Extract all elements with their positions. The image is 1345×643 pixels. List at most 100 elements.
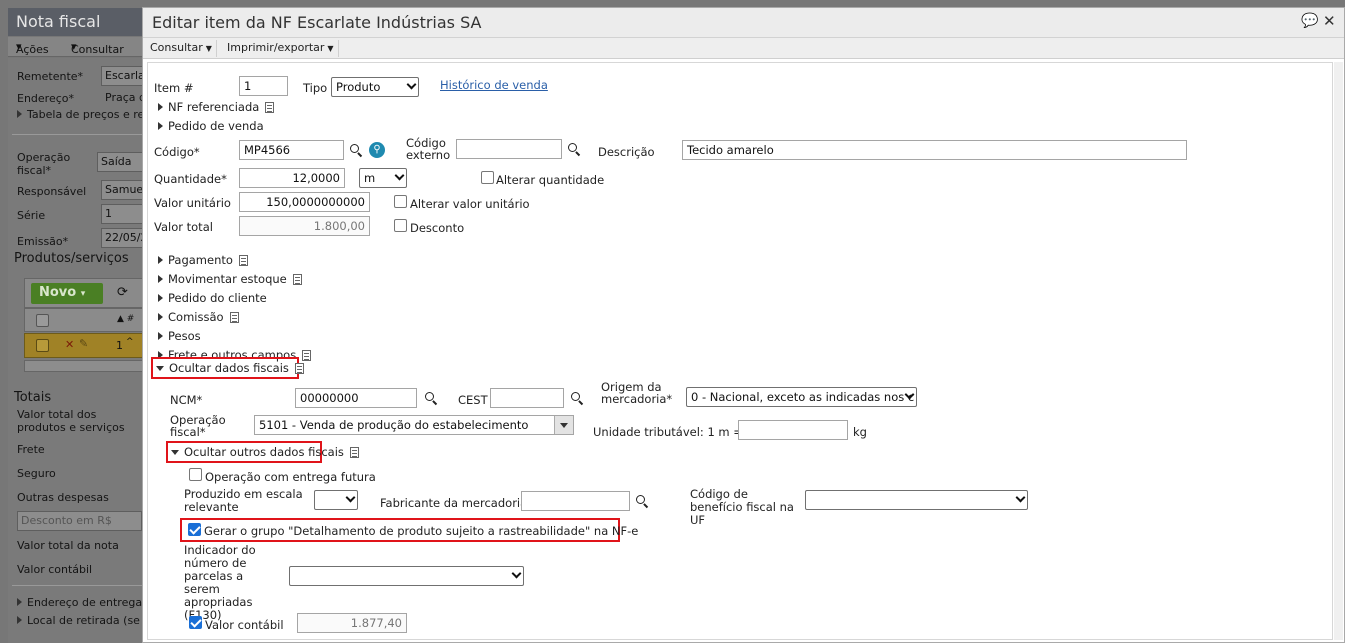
document-icon — [302, 350, 312, 361]
menu-acoes[interactable]: Ações ▾ — [16, 40, 49, 56]
valor-total-label: Valor total — [154, 220, 213, 234]
close-icon[interactable]: ✕ — [1323, 12, 1336, 30]
section-movimentar-estoque[interactable]: Movimentar estoque — [158, 272, 302, 286]
totais-heading: Totais — [14, 390, 52, 405]
descricao-label: Descrição — [598, 145, 655, 159]
search-icon[interactable] — [568, 143, 581, 156]
ncm-input[interactable]: 00000000 — [295, 388, 417, 408]
alterar-quantidade-label: Alterar quantidade — [496, 173, 605, 187]
valor-contabil-label: Valor contábil — [205, 618, 284, 632]
unidade-select[interactable]: m — [359, 168, 407, 188]
menu-imprimir-exportar[interactable]: Imprimir/exportar ▼ — [223, 40, 339, 57]
quantidade-label: Quantidade* — [154, 172, 227, 186]
produtos-heading: Produtos/serviços — [14, 251, 129, 266]
entrega-futura-label: Operação com entrega futura — [205, 470, 376, 484]
grid-scrollbar[interactable] — [24, 360, 148, 372]
codigo-label: Código* — [154, 145, 200, 159]
background-title: Nota fiscal — [8, 8, 148, 36]
valor-unitario-input[interactable]: 150,0000000000 — [239, 192, 370, 212]
dialog-toolbar: Consultar ▼ Imprimir/exportar ▼ — [143, 38, 1344, 59]
comment-icon[interactable]: 💬 — [1301, 13, 1318, 29]
quantidade-input[interactable]: 12,0000 — [239, 168, 345, 188]
seguro-label: Seguro — [17, 467, 56, 480]
grid-header: ▲ # — [24, 308, 148, 332]
desconto-checkbox[interactable] — [394, 219, 407, 232]
edit-icon[interactable]: ✎ — [79, 337, 88, 350]
escala-relevante-select[interactable] — [314, 490, 358, 510]
document-icon — [229, 312, 239, 323]
serie-input[interactable]: 1 — [101, 204, 148, 224]
alterar-quantidade-checkbox[interactable] — [481, 171, 494, 184]
local-retirada-toggle[interactable]: Local de retirada (se — [17, 614, 140, 627]
menu-consultar[interactable]: Consultar ▾ — [71, 40, 124, 56]
valor-unitario-label: Valor unitário — [154, 196, 231, 210]
tabela-precos-toggle[interactable]: Tabela de preços e re — [17, 108, 144, 121]
valor-total-input: 1.800,00 — [239, 216, 370, 236]
section-comissao[interactable]: Comissão — [158, 310, 239, 324]
refresh-icon[interactable]: ⟳ — [117, 285, 128, 300]
origem-label: Origem da mercadoria* — [601, 380, 673, 406]
desconto-select[interactable]: Desconto em R$ — [17, 511, 142, 531]
section-pagamento[interactable]: Pagamento — [158, 253, 248, 267]
indicador-parcelas-select[interactable] — [289, 566, 524, 586]
tipo-label: Tipo — [303, 81, 328, 95]
valor-contabil-input: 1.877,40 — [297, 613, 407, 633]
descricao-input[interactable]: Tecido amarelo — [682, 140, 1187, 160]
grid-row[interactable]: ✕ ✎ 1 ^ — [24, 333, 148, 358]
fabricante-input[interactable] — [521, 491, 630, 511]
dialog-title: Editar item da NF Escarlate Indústrias S… — [143, 8, 1344, 38]
cest-label: CEST — [458, 393, 488, 407]
beneficio-fiscal-select[interactable] — [805, 490, 1028, 510]
ocultar-outros-dados-toggle[interactable]: Ocultar outros dados fiscais — [171, 445, 359, 459]
unidade-tributavel-label: Unidade tributável: 1 m = — [593, 425, 743, 439]
emissao-input[interactable]: 22/05/2 — [101, 228, 148, 248]
section-pedido-cliente[interactable]: Pedido do cliente — [158, 291, 267, 305]
remetente-input[interactable]: Escarla — [101, 66, 148, 86]
section-pesos[interactable]: Pesos — [158, 329, 201, 343]
codigo-externo-label: Código externo — [406, 136, 451, 162]
search-icon[interactable] — [425, 392, 438, 405]
search-icon[interactable] — [571, 392, 584, 405]
ocultar-dados-fiscais-toggle[interactable]: Ocultar dados fiscais — [156, 361, 304, 375]
responsavel-label: Responsável — [17, 185, 87, 198]
origem-select[interactable]: 0 - Nacional, exceto as indicadas nos c — [686, 387, 917, 407]
nf-referenciada-toggle[interactable]: NF referenciada — [158, 100, 275, 114]
operacao-select[interactable]: Saída — [97, 152, 148, 172]
search-icon[interactable] — [350, 144, 363, 157]
codigo-input[interactable]: MP4566 — [239, 140, 344, 160]
delete-icon[interactable]: ✕ — [65, 338, 74, 351]
outras-despesas-label: Outras despesas — [17, 491, 109, 504]
total-nota-label: Valor total da nota — [17, 539, 119, 552]
responsavel-input[interactable]: Samue — [101, 180, 148, 200]
tipo-select[interactable]: Produto — [331, 77, 419, 97]
serie-label: Série — [17, 209, 46, 222]
gerar-grupo-checkbox[interactable] — [188, 523, 201, 536]
endereco-value: Praça d — [105, 91, 146, 104]
edit-item-dialog: Editar item da NF Escarlate Indústrias S… — [142, 7, 1345, 643]
combo-dropdown-icon[interactable] — [554, 416, 573, 434]
historico-venda-link[interactable]: Histórico de venda — [440, 78, 548, 92]
operacao-fiscal-combo[interactable]: 5101 - Venda de produção do estabelecime… — [254, 415, 574, 435]
valor-contabil-checkbox[interactable] — [189, 616, 202, 629]
valor-contabil-label: Valor contábil — [17, 563, 93, 576]
fabricante-label: Fabricante da mercadoria — [380, 496, 528, 510]
item-input[interactable]: 1 — [239, 76, 288, 96]
alterar-valor-checkbox[interactable] — [394, 195, 407, 208]
gerar-grupo-label: Gerar o grupo "Detalhamento de produto s… — [204, 524, 639, 538]
operacao-fiscal-label: Operação fiscal* — [170, 413, 226, 439]
pedido-venda-toggle[interactable]: Pedido de venda — [158, 119, 264, 133]
search-icon[interactable] — [636, 495, 649, 508]
chevron-up-icon[interactable]: ^ — [126, 337, 134, 347]
menu-consultar[interactable]: Consultar ▼ — [146, 40, 217, 57]
total-produtos-label: Valor total dos produtos e serviços — [17, 408, 125, 434]
entrega-futura-checkbox[interactable] — [189, 468, 202, 481]
endereco-entrega-toggle[interactable]: Endereço de entrega — [17, 596, 142, 609]
novo-button[interactable]: Novo ▾ — [31, 283, 103, 304]
codigo-externo-input[interactable] — [456, 139, 562, 159]
cest-input[interactable] — [490, 388, 564, 408]
unidade-tributavel-unit: kg — [853, 425, 867, 439]
unidade-tributavel-input[interactable] — [738, 420, 848, 440]
document-icon — [265, 102, 275, 113]
quick-search-icon[interactable]: ⚲ — [369, 142, 385, 158]
dialog-scrollbar[interactable] — [1334, 62, 1343, 640]
